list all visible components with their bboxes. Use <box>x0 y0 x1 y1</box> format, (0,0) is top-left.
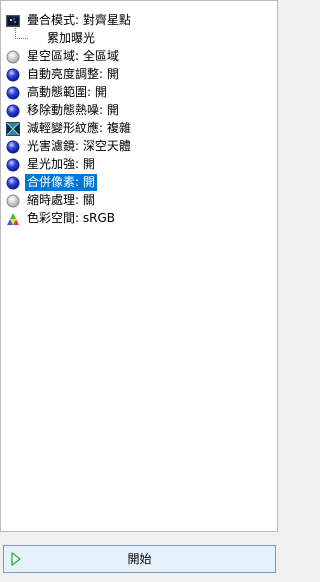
blue-circle-icon <box>6 140 20 154</box>
tree-item-stack-mode[interactable]: 疊合模式: 對齊星點 <box>5 12 277 30</box>
tree-item-label: 高動態範圍: 開 <box>27 85 107 99</box>
tree-item-label: 星空區域: 全區域 <box>27 49 119 63</box>
tree-item-label: 移除動態熱噪: 開 <box>27 103 119 117</box>
blue-circle-icon <box>6 158 20 172</box>
tree-item-sky-region[interactable]: 星空區域: 全區域 <box>5 48 277 66</box>
start-button[interactable]: 開始 <box>3 545 276 573</box>
gray-circle-icon <box>6 50 20 64</box>
tree-item-label: 星光加強: 開 <box>27 157 95 171</box>
stack-mode-icon <box>6 15 20 27</box>
tree-item-accumulate-exposure[interactable]: 累加曝光 <box>5 28 277 48</box>
tree-item-pixel-binning[interactable]: 合併像素: 開 <box>5 174 277 192</box>
tree-item-color-space[interactable]: 色彩空間: sRGB <box>5 210 277 228</box>
blue-circle-icon <box>6 68 20 82</box>
tree-item-distortion-reduction[interactable]: 減輕變形紋應: 複雜 <box>5 120 277 138</box>
distortion-icon <box>6 122 20 136</box>
tree-item-timelapse[interactable]: 縮時處理: 關 <box>5 192 277 210</box>
settings-tree-panel: 疊合模式: 對齊星點 累加曝光 星空區域: 全區域 自動亮度調整: 開 高動態範… <box>0 0 278 532</box>
blue-circle-icon <box>6 86 20 100</box>
tree-item-label: 色彩空間: sRGB <box>27 211 115 225</box>
tree-item-label: 累加曝光 <box>47 31 96 45</box>
tree-item-label: 光害濾鏡: 深空天體 <box>27 139 131 153</box>
tree-item-label: 疊合模式: 對齊星點 <box>27 13 131 27</box>
tree-item-hot-pixel-removal[interactable]: 移除動態熱噪: 開 <box>5 102 277 120</box>
tree-item-hdr[interactable]: 高動態範圍: 開 <box>5 84 277 102</box>
tree-item-label: 合併像素: 開 <box>25 174 97 191</box>
tree-item-star-enhance[interactable]: 星光加強: 開 <box>5 156 277 174</box>
settings-tree: 疊合模式: 對齊星點 累加曝光 星空區域: 全區域 自動亮度調整: 開 高動態範… <box>5 12 277 228</box>
footer-bar: 開始 <box>0 532 279 582</box>
start-button-label: 開始 <box>127 552 152 566</box>
blue-circle-icon <box>6 176 20 190</box>
tree-item-label: 減輕變形紋應: 複雜 <box>27 121 131 135</box>
gray-circle-icon <box>6 194 20 208</box>
tree-item-auto-brightness[interactable]: 自動亮度調整: 開 <box>5 66 277 84</box>
tree-item-label: 自動亮度調整: 開 <box>27 67 119 81</box>
tree-connector <box>15 28 28 39</box>
tree-item-light-pollution-filter[interactable]: 光害濾鏡: 深空天體 <box>5 138 277 156</box>
tree-item-label: 縮時處理: 關 <box>27 193 95 207</box>
color-space-icon <box>7 213 19 225</box>
blue-circle-icon <box>6 104 20 118</box>
